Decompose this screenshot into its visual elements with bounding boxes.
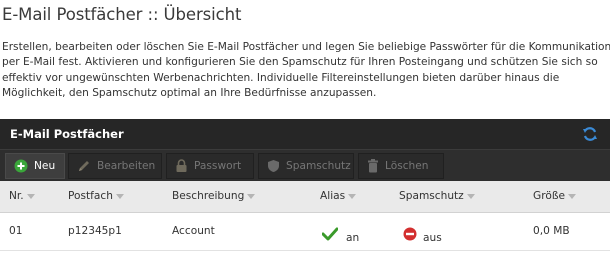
page-title: E-Mail Postfächer :: Übersicht [2, 5, 242, 24]
column-header-nr[interactable]: Nr. [9, 190, 35, 202]
table-header: Nr. Postfach Beschreibung Alias Spamschu… [0, 181, 610, 213]
check-icon [322, 227, 338, 241]
new-button[interactable]: Neu [5, 153, 65, 179]
column-header-label: Beschreibung [172, 190, 245, 202]
cell-beschreibung: Account [172, 225, 215, 237]
sort-arrow-icon [466, 193, 475, 199]
edit-button-label: Bearbeiten [97, 160, 156, 172]
pencil-icon [79, 161, 89, 171]
column-header-postfach[interactable]: Postfach [68, 190, 124, 202]
spam-protection-button[interactable]: Spamschutz [258, 153, 354, 179]
sort-arrow-icon [247, 193, 256, 199]
column-header-label: Nr. [9, 190, 24, 202]
cell-nr: 01 [9, 225, 23, 237]
spam-protection-button-label: Spamschutz [286, 160, 351, 172]
description-line: per E-Mail fest. Aktivieren und konfigur… [2, 56, 598, 69]
password-button[interactable]: Passwort [166, 153, 254, 179]
mailbox-panel: E-Mail Postfächer Neu Bearbeiten Passwor… [0, 119, 610, 253]
column-header-label: Spamschutz [399, 190, 464, 202]
plus-circle-icon [14, 159, 28, 173]
page-description: Erstellen, bearbeiten oder löschen Sie E… [2, 40, 610, 101]
spamschutz-status: aus [423, 232, 442, 244]
table-row[interactable]: 01 p12345p1 Account an aus 0,0 MB [0, 214, 610, 251]
column-header-beschreibung[interactable]: Beschreibung [172, 190, 256, 202]
cell-alias: an [322, 224, 359, 244]
description-line: Möglichkeit, den Spamschutz optimal an I… [2, 86, 377, 99]
new-button-label: Neu [34, 160, 56, 172]
panel-header: E-Mail Postfächer [0, 119, 610, 149]
toolbar: Neu Bearbeiten Passwort Spamschutz Lösch… [0, 149, 610, 182]
column-header-label: Alias [320, 190, 346, 202]
refresh-icon[interactable] [582, 126, 598, 142]
cell-groesse: 0,0 MB [533, 225, 570, 237]
lock-icon [176, 159, 187, 172]
delete-button-label: Löschen [385, 160, 429, 172]
column-header-label: Größe [533, 190, 566, 202]
description-line: Erstellen, bearbeiten oder löschen Sie E… [2, 41, 610, 53]
sort-arrow-icon [568, 193, 577, 199]
sort-arrow-icon [115, 193, 124, 199]
column-header-groesse[interactable]: Größe [533, 190, 577, 202]
sort-arrow-icon [26, 193, 35, 199]
stop-icon [403, 227, 417, 241]
column-header-label: Postfach [68, 190, 113, 202]
cell-spamschutz: aus [403, 224, 442, 244]
panel-title: E-Mail Postfächer [10, 127, 124, 141]
shield-icon [268, 160, 279, 172]
sort-arrow-icon [348, 193, 357, 199]
trash-icon [368, 159, 378, 173]
column-header-alias[interactable]: Alias [320, 190, 357, 202]
edit-button[interactable]: Bearbeiten [68, 153, 162, 179]
alias-status: an [346, 232, 360, 244]
description-line: effektiv vor ungewünschten Werbenachrich… [2, 71, 560, 84]
column-header-spamschutz[interactable]: Spamschutz [399, 190, 475, 202]
cell-postfach: p12345p1 [68, 225, 122, 237]
delete-button[interactable]: Löschen [358, 153, 444, 179]
password-button-label: Passwort [194, 160, 242, 172]
